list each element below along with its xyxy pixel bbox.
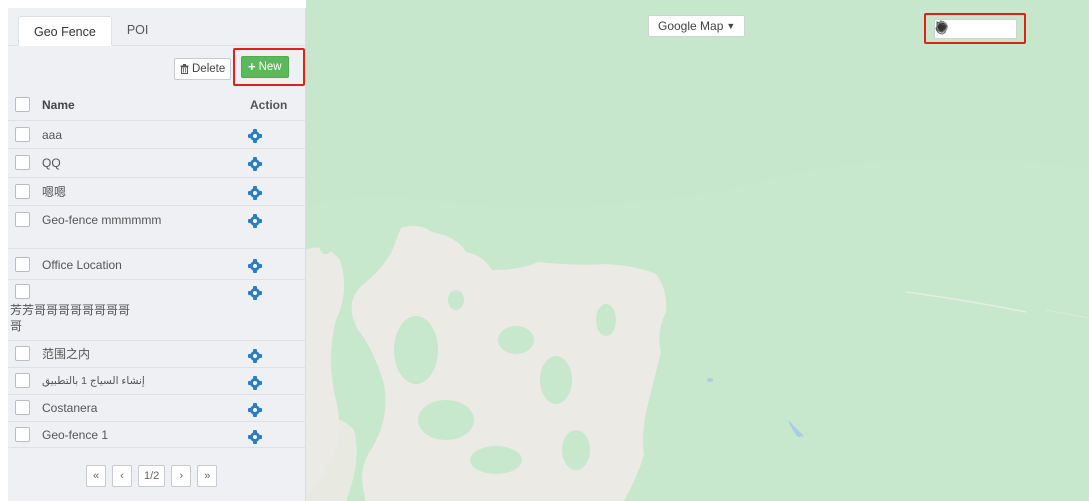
table-row: aaa: [8, 120, 306, 148]
table-row: Geo-fence 1: [8, 421, 306, 448]
row-checkbox[interactable]: [15, 127, 30, 142]
row-name: إنشاء السياج 1 بالتطبيق: [42, 375, 145, 387]
settings-gear-icon[interactable]: [248, 286, 266, 300]
row-checkbox[interactable]: [15, 284, 30, 299]
row-checkbox[interactable]: [15, 346, 30, 361]
page-indicator: 1/2: [138, 465, 166, 487]
last-page-button[interactable]: »: [197, 465, 218, 487]
circle-icon[interactable]: [936, 21, 985, 37]
geo-fence-table: Name Action aaa QQ 嗯嗯 Geo-fence mmmmmm O…: [8, 91, 306, 448]
next-page-button[interactable]: ›: [171, 465, 192, 487]
table-row: Geo-fence mmmmmm: [8, 205, 306, 248]
map-view[interactable]: Google Map ▼: [306, 0, 1089, 501]
row-checkbox[interactable]: [15, 373, 30, 388]
new-button[interactable]: + New: [241, 56, 289, 78]
settings-gear-icon[interactable]: [248, 259, 266, 273]
settings-gear-icon[interactable]: [248, 157, 266, 171]
prev-page-button[interactable]: ‹: [112, 465, 132, 487]
settings-gear-icon[interactable]: [248, 129, 266, 143]
map-type-label: Google Map: [658, 19, 724, 33]
table-row: إنشاء السياج 1 بالتطبيق: [8, 367, 306, 394]
settings-gear-icon[interactable]: [248, 349, 266, 363]
pagination: « ‹ 1/2 › »: [86, 465, 218, 487]
row-checkbox[interactable]: [15, 155, 30, 170]
drawing-toolbar: [934, 19, 1017, 39]
first-page-button[interactable]: «: [86, 465, 106, 487]
delete-button[interactable]: Delete: [174, 58, 232, 80]
plus-icon: +: [248, 59, 256, 74]
row-checkbox[interactable]: [15, 257, 30, 272]
row-checkbox[interactable]: [15, 212, 30, 227]
row-name: Geo-fence mmmmmm: [42, 213, 162, 227]
tab-bar: Geo Fence POI: [8, 8, 305, 46]
table-row: 芳芳哥哥哥哥哥哥哥哥哥: [8, 279, 306, 340]
map-terrain: [306, 0, 1089, 501]
settings-gear-icon[interactable]: [248, 186, 266, 200]
table-row: QQ: [8, 148, 306, 177]
row-name: aaa: [42, 128, 63, 142]
delete-label: Delete: [192, 63, 226, 75]
table-row: Costanera: [8, 394, 306, 421]
row-name: Office Location: [42, 258, 122, 272]
new-label: New: [258, 61, 282, 73]
row-name: Geo-fence 1: [42, 428, 109, 442]
settings-gear-icon[interactable]: [248, 430, 266, 444]
table-row: Office Location: [8, 248, 306, 279]
column-header-action: Action: [250, 98, 288, 112]
row-name: Costanera: [42, 401, 98, 415]
row-name: 范围之内: [42, 347, 91, 361]
geo-fence-panel: Geo Fence POI Delete + New Name Action a…: [8, 8, 306, 501]
map-type-dropdown[interactable]: Google Map ▼: [648, 15, 746, 37]
row-name: QQ: [42, 156, 61, 170]
polygon-icon[interactable]: [936, 21, 1012, 37]
select-all-checkbox[interactable]: [15, 97, 30, 112]
settings-gear-icon[interactable]: [248, 376, 266, 390]
tab-geo-fence[interactable]: Geo Fence: [18, 16, 112, 46]
row-checkbox[interactable]: [15, 427, 30, 442]
list-toolbar: Delete + New: [8, 46, 305, 90]
column-header-name: Name: [42, 98, 75, 112]
table-row: 范围之内: [8, 340, 306, 367]
settings-gear-icon[interactable]: [248, 403, 266, 417]
trash-icon: [180, 64, 189, 74]
settings-gear-icon[interactable]: [248, 214, 266, 228]
table-header: Name Action: [8, 91, 306, 120]
row-checkbox[interactable]: [15, 184, 30, 199]
caret-down-icon: ▼: [726, 21, 736, 31]
table-row: 嗯嗯: [8, 177, 306, 205]
drawing-tools-highlight: [924, 13, 1026, 44]
row-checkbox[interactable]: [15, 400, 30, 415]
tab-poi[interactable]: POI: [112, 15, 164, 45]
row-name: 嗯嗯: [42, 185, 67, 199]
